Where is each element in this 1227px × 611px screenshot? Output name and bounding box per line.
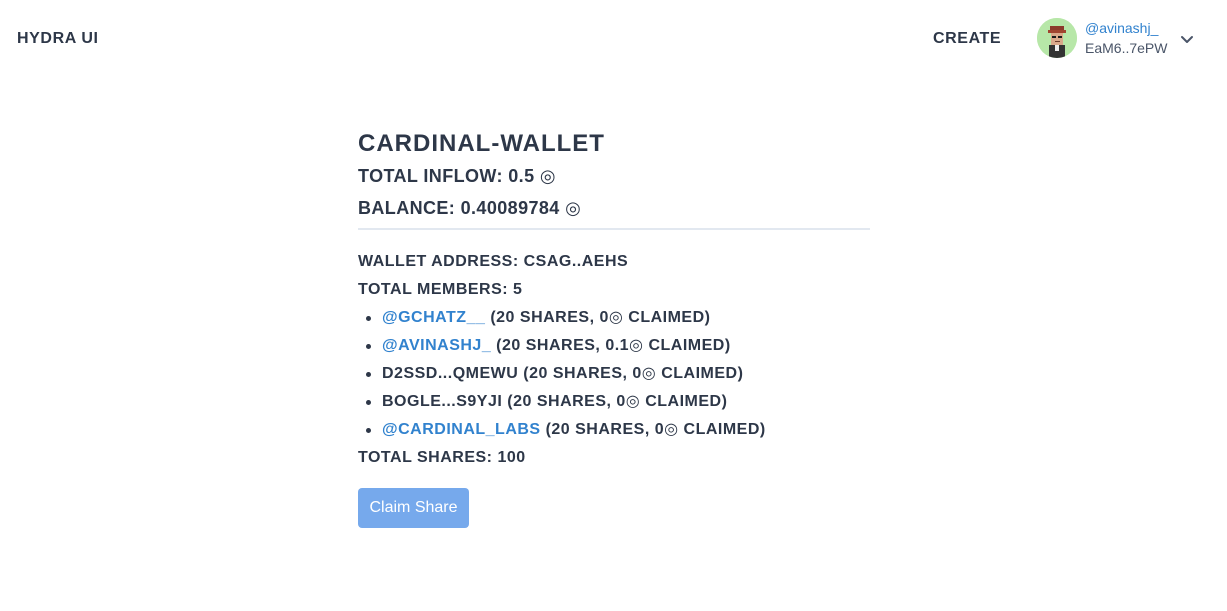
member-link-gchatz[interactable]: @GCHATZ__ [382,309,485,326]
list-item: @CARDINAL_LABS (20 SHARES, 0◎ CLAIMED) [358,416,870,444]
list-item: D2SSD...QMEWU (20 SHARES, 0◎ CLAIMED) [358,360,870,388]
pixel-avatar-icon [1037,18,1077,58]
total-members: TOTAL MEMBERS: 5 [358,281,523,298]
brand-logo-text[interactable]: HYDRA UI [17,30,99,48]
wallet-panel: CARDINAL-WALLET TOTAL INFLOW: 0.5 ◎ BALA… [358,128,870,528]
account-menu[interactable]: @avinashj_ EaM6..7ePW [1037,18,1207,60]
balance: BALANCE: 0.40089784 ◎ [358,192,870,224]
create-nav-link[interactable]: CREATE [933,30,1001,48]
bullet [366,344,371,349]
bullet [366,316,371,321]
member-detail: (20 SHARES, 0◎ CLAIMED) [507,393,728,410]
list-item: @AVINASHJ_ (20 SHARES, 0.1◎ CLAIMED) [358,332,870,360]
bullet [366,400,371,405]
list-item: BOGLE...S9YJI (20 SHARES, 0◎ CLAIMED) [358,388,870,416]
chevron-down-icon[interactable] [1178,30,1196,48]
member-detail: (20 SHARES, 0◎ CLAIMED) [545,421,766,438]
bullet [366,428,371,433]
total-inflow-label: TOTAL INFLOW: [358,166,503,186]
member-address: D2SSD...QMEWU [382,365,519,382]
total-inflow: TOTAL INFLOW: 0.5 ◎ [358,160,870,192]
balance-label: BALANCE: [358,198,456,218]
member-link-avinashj[interactable]: @AVINASHJ_ [382,337,491,354]
sol-icon: ◎ [565,198,582,218]
account-address: EaM6..7ePW [1085,40,1168,56]
member-link-cardinal-labs[interactable]: @CARDINAL_LABS [382,421,541,438]
claim-share-button[interactable]: Claim Share [358,488,469,528]
total-inflow-value: 0.5 [508,166,535,186]
balance-value: 0.40089784 [460,198,560,218]
top-nav: HYDRA UI CREATE @avinashj_ EaM6..7ePW [0,0,1227,78]
bullet [366,372,371,377]
account-handle: @avinashj_ [1085,20,1159,36]
divider [358,228,870,230]
member-detail: (20 SHARES, 0.1◎ CLAIMED) [496,337,731,354]
member-list: @GCHATZ__ (20 SHARES, 0◎ CLAIMED) @AVINA… [358,304,870,444]
member-detail: (20 SHARES, 0◎ CLAIMED) [523,365,744,382]
sol-icon: ◎ [539,166,557,186]
member-address: BOGLE...S9YJI [382,393,503,410]
wallet-address: WALLET ADDRESS: CSAG..AEHS [358,253,629,270]
wallet-title: CARDINAL-WALLET [358,130,605,157]
total-shares: TOTAL SHARES: 100 [358,449,526,466]
list-item: @GCHATZ__ (20 SHARES, 0◎ CLAIMED) [358,304,870,332]
member-detail: (20 SHARES, 0◎ CLAIMED) [490,309,711,326]
avatar[interactable] [1037,18,1077,58]
